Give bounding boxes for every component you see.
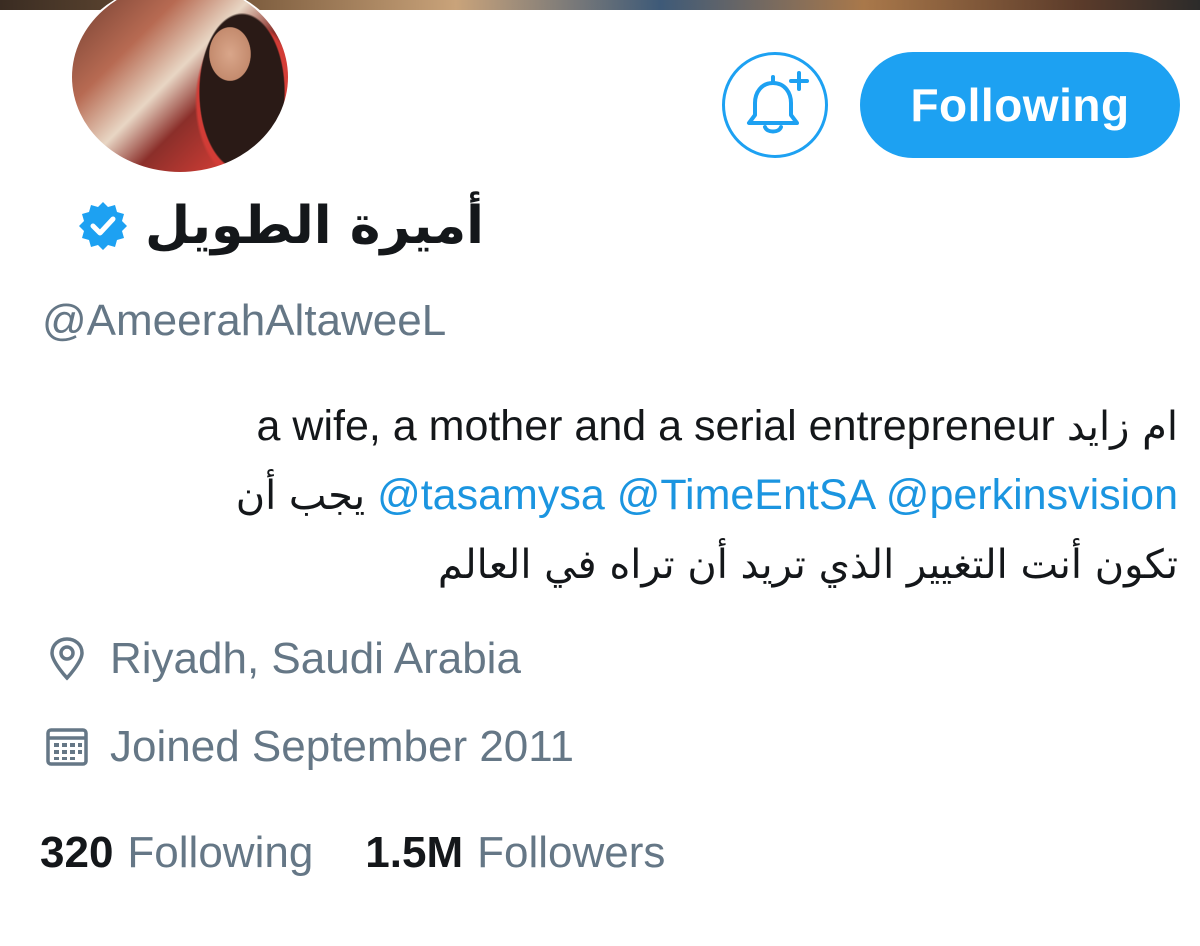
- notifications-button[interactable]: [722, 52, 828, 158]
- followers-count: 1.5M: [365, 828, 464, 877]
- bio-english-text: a wife, a mother and a serial entreprene…: [256, 402, 1055, 450]
- avatar[interactable]: [66, 0, 294, 178]
- bio-line-3: تكون أنت التغيير الذي تريد أن تراه في ال…: [38, 530, 1178, 599]
- profile-joined-date: Joined September 2011: [42, 722, 574, 772]
- username-handle: @AmeerahAltaweeL: [42, 296, 447, 345]
- following-count: 320: [40, 828, 114, 877]
- followers-stat-link[interactable]: 1.5M Followers: [365, 828, 665, 878]
- mention-link[interactable]: @tasamysa: [377, 471, 605, 519]
- following-stat-link[interactable]: 320 Following: [40, 828, 313, 878]
- following-button[interactable]: Following: [860, 52, 1180, 158]
- mention-link[interactable]: @perkinsvision: [886, 471, 1178, 519]
- verified-badge-icon: [79, 202, 128, 250]
- calendar-icon: [46, 728, 88, 766]
- followers-label: Followers: [477, 828, 666, 877]
- profile-bio: ام زايد a wife, a mother and a serial en…: [38, 392, 1178, 599]
- location-text: Riyadh, Saudi Arabia: [110, 634, 521, 683]
- joined-text: Joined September 2011: [110, 722, 574, 771]
- following-label: Following: [127, 828, 314, 877]
- profile-page: Following أميرة الطويل @AmeerahAltaweeL …: [0, 0, 1200, 946]
- name-row: أميرة الطويل: [77, 186, 484, 266]
- bio-arabic-text: تكون أنت التغيير الذي تريد أن تراه في ال…: [437, 542, 1178, 588]
- bio-mentions: @tasamysa @TimeEntSA @perkinsvision: [377, 461, 1178, 529]
- bio-arabic-text: ام زايد: [1066, 404, 1178, 450]
- bio-arabic-text: يجب أن: [235, 473, 366, 519]
- location-pin-icon: [50, 637, 84, 681]
- mention-link[interactable]: @TimeEntSA: [617, 471, 874, 519]
- avatar-photo: [72, 0, 288, 172]
- profile-stats: 320 Following 1.5M Followers: [40, 828, 717, 878]
- bio-line-2: @tasamysa @TimeEntSA @perkinsvision يجب …: [38, 461, 1178, 530]
- display-name: أميرة الطويل: [145, 196, 484, 256]
- profile-location: Riyadh, Saudi Arabia: [42, 634, 521, 684]
- bell-plus-icon: [747, 71, 809, 134]
- bio-line-1: ام زايد a wife, a mother and a serial en…: [38, 392, 1178, 461]
